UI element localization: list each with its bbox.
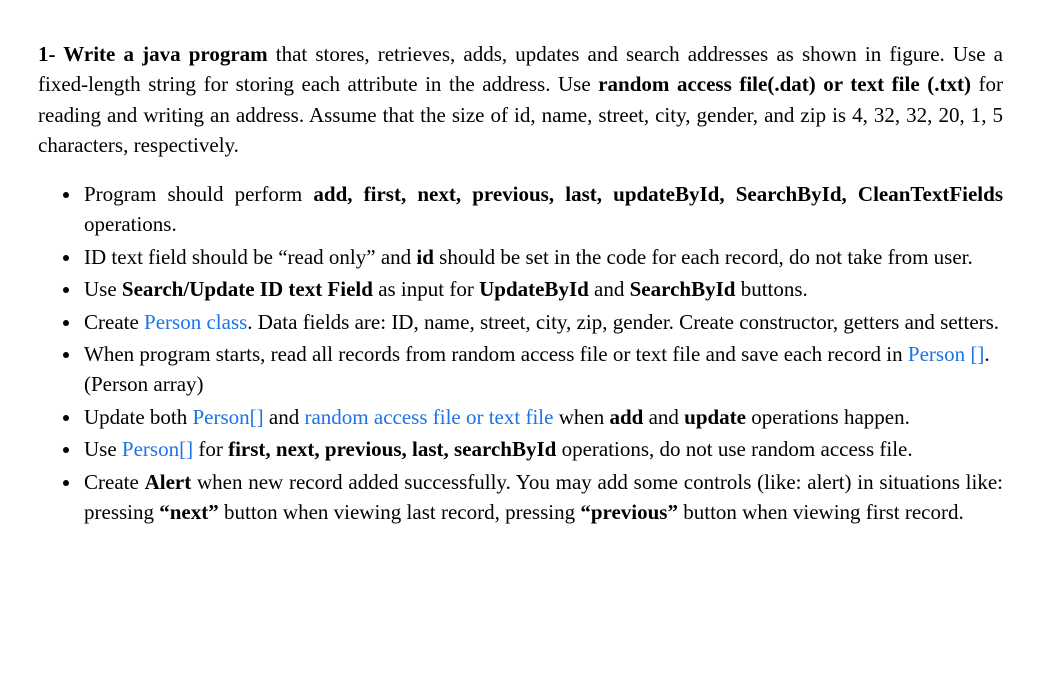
add-bold: add [609, 405, 643, 429]
text: Use [84, 277, 122, 301]
text: Program should perform [84, 182, 313, 206]
text: and [589, 277, 630, 301]
document-page: 1- Write a java program that stores, ret… [0, 0, 1045, 548]
intro-bold-2: random access file(.dat) or text file (.… [598, 72, 971, 96]
next-bold: “next” [159, 500, 219, 524]
searchbyid-bold: SearchById [630, 277, 736, 301]
person-array-link: Person[] [122, 437, 193, 461]
intro-lead: Write a java program [63, 42, 267, 66]
text: operations. [84, 212, 177, 236]
previous-bold: “previous” [580, 500, 678, 524]
bullet-read-only-id: ID text field should be “read only” and … [82, 242, 1003, 272]
bullet-load-records: When program starts, read all records fr… [82, 339, 1003, 400]
text: operations happen. [746, 405, 910, 429]
text: . Data fields are: ID, name, street, cit… [247, 310, 999, 334]
requirements-list: Program should perform add, first, next,… [82, 179, 1003, 528]
text: and [643, 405, 684, 429]
id-bold: id [416, 245, 434, 269]
text: Create [84, 310, 144, 334]
bullet-person-class: Create Person class. Data fields are: ID… [82, 307, 1003, 337]
person-array-link: Person [] [908, 342, 984, 366]
text: button when viewing first record. [678, 500, 964, 524]
text: and [264, 405, 305, 429]
bullet-operations: Program should perform add, first, next,… [82, 179, 1003, 240]
ops2-bold: first, next, previous, last, searchById [228, 437, 556, 461]
text: as input for [373, 277, 479, 301]
bullet-search-update-id: Use Search/Update ID text Field as input… [82, 274, 1003, 304]
alert-bold: Alert [145, 470, 192, 494]
update-bold: update [684, 405, 746, 429]
text: buttons. [735, 277, 807, 301]
text: Update both [84, 405, 192, 429]
person-array-link: Person[] [192, 405, 263, 429]
text: when [553, 405, 609, 429]
text: operations, do not use random access fil… [556, 437, 912, 461]
question-number: 1- [38, 42, 63, 66]
ops-list: add, first, next, previous, last, update… [313, 182, 1003, 206]
text: should be set in the code for each recor… [434, 245, 973, 269]
text: Use [84, 437, 122, 461]
bullet-update-both: Update both Person[] and random access f… [82, 402, 1003, 432]
file-link: random access file or text file [304, 405, 553, 429]
intro-paragraph: 1- Write a java program that stores, ret… [38, 39, 1003, 161]
text: Create [84, 470, 145, 494]
updatebyid-bold: UpdateById [479, 277, 589, 301]
text: ID text field should be “read only” and [84, 245, 416, 269]
bullet-use-person-array: Use Person[] for first, next, previous, … [82, 434, 1003, 464]
text: When program starts, read all records fr… [84, 342, 908, 366]
person-class-link: Person class [144, 310, 247, 334]
bullet-alert: Create Alert when new record added succe… [82, 467, 1003, 528]
text: for [193, 437, 228, 461]
text: button when viewing last record, pressin… [219, 500, 581, 524]
field-bold: Search/Update ID text Field [122, 277, 373, 301]
